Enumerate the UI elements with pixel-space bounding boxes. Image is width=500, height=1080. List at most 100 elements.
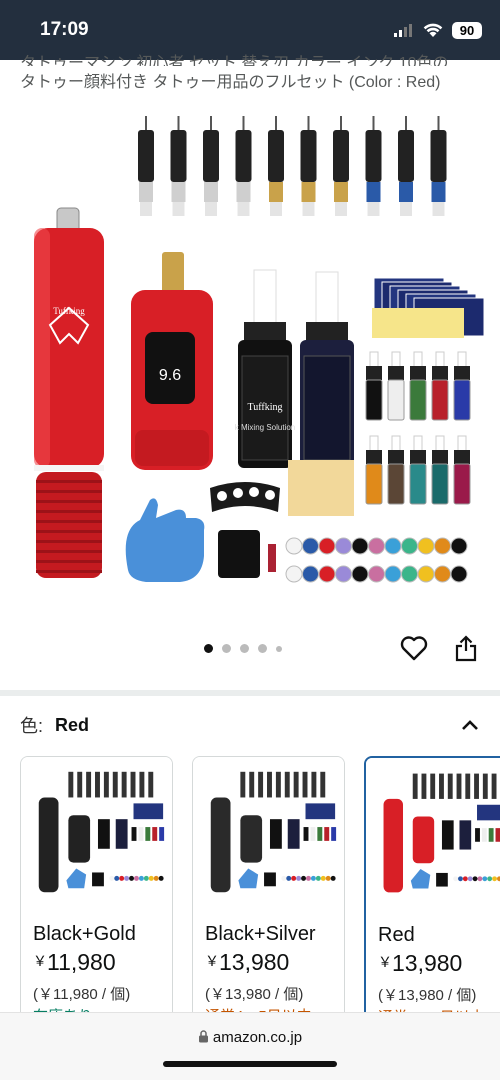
ink-cap-cup [368,565,385,583]
variant-price: ￥13,980 [205,949,289,976]
needle-tip [242,116,245,130]
carousel-dot[interactable] [276,645,282,652]
variant-price: ￥11,980 [33,949,116,976]
needle-band [399,182,413,202]
ink-cap-cup [335,565,352,583]
needle-tip [177,116,180,130]
needle-body [170,130,187,182]
ink-cap-cup [401,537,418,555]
grip-ring [36,540,102,543]
variant-thumbnail [366,758,500,908]
lock-icon [198,1030,208,1043]
tattoo-pen: Tuffking [34,207,104,578]
color-label: 色: [20,716,44,736]
svg-text:k Mixing Solution: k Mixing Solution [235,423,295,432]
status-time: 17:09 [40,19,89,40]
ink-cap [388,366,404,380]
needle-tip [405,116,407,130]
needle-body [300,130,317,182]
wifi-icon [423,23,443,37]
variant-name: Black+Silver [205,923,316,945]
ink-cap [388,450,404,464]
ink-cap [454,366,470,380]
variant-unit-price: (￥13,980 / 個) [378,987,477,1004]
needle-end [270,202,282,216]
heart-icon[interactable] [398,632,430,664]
variant-unit-price: (￥11,980 / 個) [33,986,131,1003]
needle-body [398,130,414,182]
ink-bottle [431,379,449,421]
variant-thumbnail [21,757,172,907]
ink-cap-cup [351,537,369,555]
needle-body [333,130,349,182]
ink-nozzle [369,351,379,369]
battery-icon: 90 [452,21,482,39]
product-image[interactable]: Tuffking 9.6 Tuffking k Mixing Solution [0,100,500,630]
needle-end [140,202,152,216]
currency-symbol: ￥ [378,954,392,970]
status-icons: 90 [394,21,482,39]
grip-ring [36,520,102,523]
power-supply: 9.6 [131,252,213,470]
needle-body [365,130,382,182]
thumb-power-supply [240,815,263,863]
ink-cap-cup [384,537,402,555]
ink-cap-cup [285,537,303,555]
ink-bottle [409,463,427,505]
ink-caps [285,537,468,583]
needle-end [335,202,347,216]
status-bar: 17:09 90 [0,0,500,60]
needle-band [139,182,153,202]
thumb-power-supply [68,815,91,863]
carousel-dot[interactable] [222,644,231,653]
variant-card[interactable]: Black+Gold￥11,980(￥11,980 / 個)在庫あり [20,756,173,1016]
ink-cap-cup [417,565,435,583]
ink-bottles: Tuffking k Mixing Solution [235,269,354,468]
home-indicator[interactable] [163,1061,337,1067]
ink-bottle [453,379,471,421]
needle-end [237,202,250,216]
share-icon[interactable] [450,632,482,664]
thumb-pen [38,797,59,893]
needle-tip [275,116,277,130]
needle-band [334,182,348,202]
chevron-up-icon[interactable] [460,718,480,732]
variant-card[interactable]: Black+Silver￥13,980(￥13,980 / 個)通常4～5日以内 [192,756,345,1016]
carousel-dot[interactable] [204,644,213,653]
carousel-dot[interactable] [258,644,267,653]
url-label: amazon.co.jp [212,1029,303,1046]
ink-nozzle [391,351,401,369]
url-text[interactable]: amazon.co.jp [0,1029,500,1046]
ink-cap-cup [335,537,352,555]
ink-nozzle [413,351,423,369]
ink-cap-cup [368,537,385,555]
signal-icon [394,24,412,37]
price-amount: 13,980 [219,949,290,975]
needle-band [236,182,251,202]
grip-ring [36,550,102,553]
needle-end [432,202,445,216]
needle-body [430,130,447,182]
ink-nozzle [457,435,467,453]
color-inks [365,351,471,505]
ink-cap-cup [450,565,468,583]
carousel-dots[interactable] [204,644,282,653]
ink-cap [410,366,426,380]
needle-end [302,202,315,216]
ink-cap [432,366,448,380]
needle-band [431,182,446,202]
ink-bottle [387,463,405,505]
grip-ring [36,500,102,503]
needle-body [235,130,252,182]
browser-url-bar[interactable]: amazon.co.jp [0,1012,500,1080]
carousel-dot[interactable] [240,644,249,653]
needle-body [268,130,284,182]
ink-cap-cup [351,565,369,583]
variant-card[interactable]: Red￥13,980(￥13,980 / 個)通常4～5日以内 [364,756,500,1016]
needle-band [204,182,218,202]
variant-name: Red [378,924,415,946]
ink-bottle [409,379,427,421]
currency-symbol: ￥ [33,953,47,969]
ink-cap-cup [417,537,435,555]
color-selector[interactable]: 色: Red [20,712,480,738]
